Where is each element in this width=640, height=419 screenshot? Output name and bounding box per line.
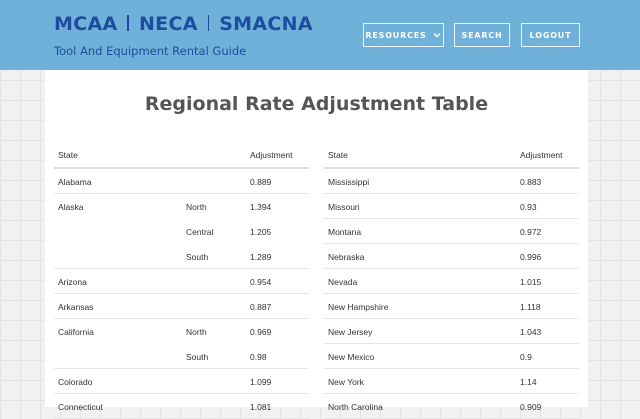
cell-adjustment: 0.909 — [520, 402, 542, 412]
cell-adjustment: 1.099 — [250, 377, 272, 387]
page-title: Regional Rate Adjustment Table — [144, 93, 489, 115]
cell-region: South — [186, 252, 209, 262]
logout-button[interactable]: LOGOUT — [521, 23, 580, 47]
table-row: Alabama 0.889 — [54, 169, 309, 194]
cell-state: North Carolina — [328, 402, 383, 412]
table-row: Nevada 1.015 — [324, 269, 579, 294]
cell-state: Nevada — [328, 277, 358, 287]
cell-adjustment: 0.93 — [520, 202, 537, 212]
cell-adjustment: 1.081 — [250, 402, 272, 412]
site-header: MCAA NECA SMACNA Tool And Equipment Rental… — [0, 0, 640, 70]
cell-state: Missouri — [328, 202, 360, 212]
table-row: California North 0.969 — [54, 319, 309, 344]
cell-adjustment: 0.887 — [250, 302, 272, 312]
resources-label: RESOURCES — [365, 30, 427, 40]
cell-state: Alabama — [58, 177, 92, 187]
brand-separator — [207, 15, 210, 31]
cell-state: Connecticut — [58, 402, 103, 412]
table-row: Montana 0.972 — [324, 219, 579, 244]
brand-smacna: SMACNA — [219, 13, 313, 35]
cell-region: North — [186, 202, 207, 212]
cell-state: Arizona — [58, 277, 87, 287]
content-card: Regional Rate Adjustment Table State Adj… — [45, 70, 588, 419]
cell-state: Mississippi — [328, 177, 370, 187]
cell-state: Montana — [328, 227, 362, 237]
cell-adjustment: 0.972 — [520, 227, 542, 237]
table-row: Alaska North 1.394 — [54, 194, 309, 219]
cell-state: California — [58, 327, 94, 337]
table-row: Central 1.205 — [54, 219, 309, 244]
column-header-adjustment: Adjustment — [520, 150, 563, 160]
cell-state: Nebraska — [328, 252, 365, 262]
site-subtitle: Tool And Equipment Rental Guide — [54, 44, 247, 58]
table-row: Colorado 1.099 — [54, 369, 309, 394]
cell-adjustment: 1.14 — [520, 377, 537, 387]
table-row: South 0.98 — [54, 344, 309, 369]
cell-region: North — [186, 327, 207, 337]
table-row: New Jersey 1.043 — [324, 319, 579, 344]
table-row: Arkansas 0.887 — [54, 294, 309, 319]
cell-region: Central — [186, 227, 214, 237]
table-header: State Adjustment — [324, 143, 579, 169]
left-rate-table: State Adjustment Alabama 0.889 Alaska North… — [54, 143, 309, 419]
brand-neca: NECA — [138, 13, 198, 35]
table-row: Missouri 0.93 — [324, 194, 579, 219]
search-button[interactable]: SEARCH — [454, 23, 510, 47]
chevron-down-icon — [433, 33, 441, 38]
right-rate-table: State Adjustment Mississippi 0.883 Missour… — [324, 143, 579, 419]
cell-adjustment: 0.954 — [250, 277, 272, 287]
brand-separator — [127, 15, 129, 31]
cell-region: South — [186, 352, 209, 362]
cell-state: New Mexico — [328, 352, 375, 362]
cell-adjustment: 0.969 — [250, 327, 272, 337]
table-body: Alabama 0.889 Alaska North 1.394 Central 1.205… — [54, 169, 309, 419]
cell-adjustment: 0.9 — [520, 352, 532, 362]
cell-state: New York — [328, 377, 364, 387]
cell-state: Colorado — [58, 377, 93, 387]
cell-adjustment: 0.996 — [520, 252, 542, 262]
table-row: South 1.289 — [54, 244, 309, 269]
column-header-state: State — [58, 150, 78, 160]
cell-adjustment: 1.118 — [520, 302, 541, 312]
table-row: Arizona 0.954 — [54, 269, 309, 294]
column-header-adjustment: Adjustment — [250, 150, 293, 160]
table-row: New Mexico 0.9 — [324, 344, 579, 369]
cell-adjustment: 1.289 — [250, 252, 272, 262]
cell-adjustment: 0.889 — [250, 177, 272, 187]
table-row: Nebraska 0.996 — [324, 244, 579, 269]
column-header-state: State — [328, 150, 348, 160]
brand-mcaa: MCAA — [54, 13, 118, 35]
resources-dropdown-button[interactable]: RESOURCES — [363, 23, 444, 47]
cell-adjustment: 1.394 — [250, 202, 272, 212]
cell-state: Alaska — [58, 202, 84, 212]
table-header: State Adjustment — [54, 143, 309, 169]
table-body: Mississippi 0.883 Missouri 0.93 Montana 0.972… — [324, 169, 579, 419]
cell-state: New Jersey — [328, 327, 373, 337]
table-row: New Hampshire 1.118 — [324, 294, 579, 319]
brand-logo[interactable]: MCAA NECA SMACNA — [54, 13, 313, 35]
cell-state: New Hampshire — [328, 302, 389, 312]
table-row: Mississippi 0.883 — [324, 169, 579, 194]
cell-adjustment: 0.883 — [520, 177, 542, 187]
cell-adjustment: 1.015 — [520, 277, 542, 287]
cell-adjustment: 0.98 — [250, 352, 267, 362]
table-row: New York 1.14 — [324, 369, 579, 394]
cell-state: Arkansas — [58, 302, 94, 312]
cell-adjustment: 1.205 — [250, 227, 272, 237]
cell-adjustment: 1.043 — [520, 327, 542, 337]
